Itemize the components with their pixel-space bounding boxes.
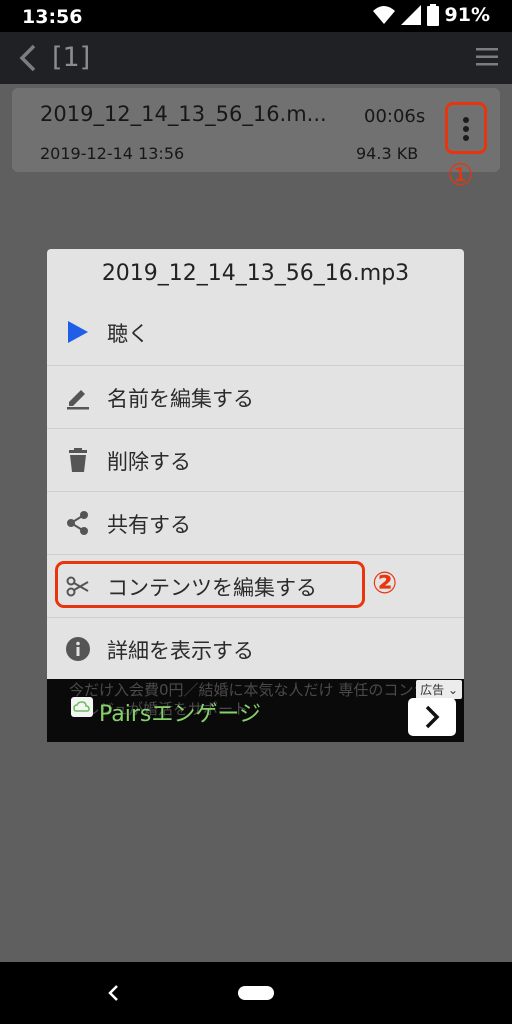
info-icon bbox=[66, 637, 90, 661]
battery-icon bbox=[426, 4, 439, 26]
nav-back-icon[interactable] bbox=[104, 982, 122, 1004]
status-indicators: 91% bbox=[372, 4, 490, 26]
file-name: 2019_12_14_13_56_16.m... bbox=[40, 102, 327, 126]
more-vert-dot bbox=[463, 135, 469, 141]
menu-item-share[interactable]: 共有する bbox=[47, 491, 464, 553]
more-vert-icon bbox=[463, 117, 469, 123]
more-options-button[interactable] bbox=[445, 102, 487, 154]
hamburger-menu-icon[interactable] bbox=[476, 46, 498, 68]
play-icon bbox=[68, 321, 88, 343]
ad-badge[interactable]: 広告 ⌄ bbox=[416, 680, 462, 699]
menu-item-delete[interactable]: 削除する bbox=[47, 428, 464, 490]
menu-item-label: 詳細を表示する bbox=[107, 639, 254, 663]
ad-banner[interactable]: 今だけ入会費0円／結婚に本気な人だけ 専任のコンシェルジュが婚活をサポート Pa… bbox=[47, 679, 464, 742]
page-title: [1] bbox=[52, 42, 91, 73]
recording-list-item[interactable]: 2019_12_14_13_56_16.m... 00:06s 2019-12-… bbox=[12, 88, 500, 172]
wifi-icon bbox=[372, 6, 395, 24]
menu-item-listen[interactable]: 聴く bbox=[47, 301, 464, 363]
status-bar: 13:56 91% bbox=[0, 0, 512, 32]
dialog-title: 2019_12_14_13_56_16.mp3 bbox=[101, 261, 410, 286]
back-arrow-icon[interactable] bbox=[14, 42, 44, 74]
ad-open-button[interactable] bbox=[408, 698, 456, 736]
file-options-dialog: 2019_12_14_13_56_16.mp3 聴く 名前を編集する 削除する … bbox=[47, 249, 464, 679]
system-nav-bar bbox=[0, 962, 512, 1024]
file-size: 94.3 KB bbox=[356, 144, 419, 163]
menu-item-label: 削除する bbox=[107, 450, 191, 474]
menu-item-label: 名前を編集する bbox=[107, 387, 254, 411]
step-2-highlight bbox=[55, 561, 365, 608]
menu-item-rename[interactable]: 名前を編集する bbox=[47, 365, 464, 427]
app-bar: [1] bbox=[0, 32, 512, 84]
file-date: 2019-12-14 13:56 bbox=[40, 144, 185, 163]
nav-home-pill[interactable] bbox=[238, 986, 274, 1000]
battery-percentage: 91% bbox=[444, 4, 490, 26]
signal-icon bbox=[400, 5, 421, 25]
status-time: 13:56 bbox=[22, 6, 83, 28]
share-icon bbox=[67, 511, 88, 535]
step-2-annotation: ② bbox=[372, 566, 398, 601]
step-1-annotation: ① bbox=[447, 158, 474, 193]
ad-title: Pairsエンゲージ bbox=[99, 702, 261, 727]
trash-icon bbox=[69, 448, 87, 472]
ad-badge-label: 広告 bbox=[420, 683, 445, 697]
pencil-icon bbox=[67, 390, 89, 410]
more-vert-dot bbox=[463, 126, 469, 132]
menu-item-details[interactable]: 詳細を表示する bbox=[47, 617, 464, 679]
cloud-logo-icon bbox=[71, 697, 93, 717]
file-duration: 00:06s bbox=[364, 106, 426, 127]
menu-item-label: 聴く bbox=[107, 322, 149, 346]
chevron-right-icon bbox=[425, 705, 440, 729]
menu-item-label: 共有する bbox=[107, 513, 191, 537]
